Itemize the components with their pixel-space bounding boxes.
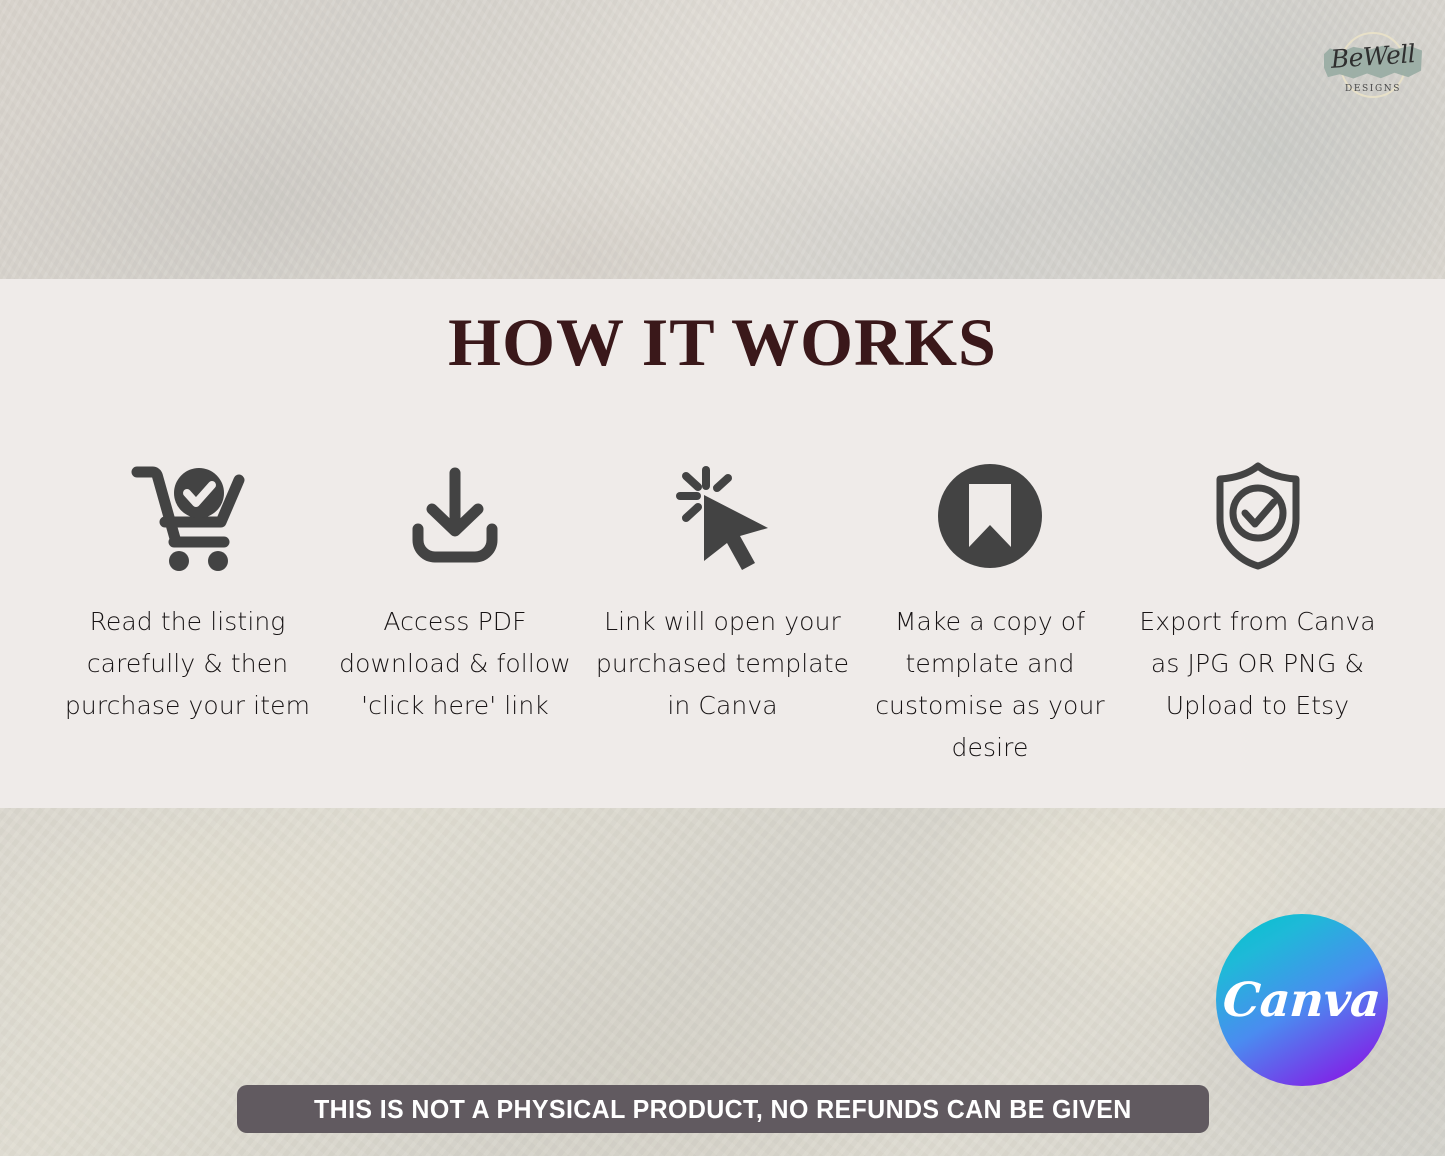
step-caption: Make a copy of template and customise as… <box>875 607 1105 762</box>
disclaimer-banner: THIS IS NOT A PHYSICAL PRODUCT, NO REFUN… <box>237 1085 1209 1133</box>
canva-wordmark: Canva <box>1221 972 1383 1028</box>
step-item: Make a copy of template and customise as… <box>863 457 1118 769</box>
page-title: HOW IT WORKS <box>448 304 997 380</box>
how-it-works-graphic: BeWell DESIGNS HOW IT WORKS Read the lis… <box>0 0 1445 1156</box>
click-cursor-icon <box>664 457 782 575</box>
step-item: Access PDF download & follow 'click here… <box>328 457 583 727</box>
step-caption: Read the listing carefully & then purcha… <box>64 607 311 720</box>
canva-logo-badge: Canva <box>1216 914 1388 1086</box>
shopping-cart-check-icon <box>129 457 247 575</box>
shield-check-icon <box>1204 457 1312 575</box>
step-item: Read the listing carefully & then purcha… <box>60 457 315 727</box>
download-tray-icon <box>402 457 508 575</box>
step-caption: Export from Canva as JPG OR PNG & Upload… <box>1139 607 1376 720</box>
disclaimer-text: THIS IS NOT A PHYSICAL PRODUCT, NO REFUN… <box>314 1093 1132 1124</box>
step-item: Link will open your purchased template i… <box>595 457 850 727</box>
logo-subtitle: DESIGNS <box>1345 84 1401 94</box>
steps-row: Read the listing carefully & then purcha… <box>60 457 1385 769</box>
step-caption: Link will open your purchased template i… <box>595 607 850 720</box>
content-panel: HOW IT WORKS Read the listing carefully <box>0 279 1445 808</box>
step-item: Export from Canva as JPG OR PNG & Upload… <box>1130 457 1385 727</box>
bookmark-circle-icon <box>936 457 1044 575</box>
brand-logo: BeWell DESIGNS <box>1318 28 1428 106</box>
top-texture-background <box>0 0 1445 279</box>
step-caption: Access PDF download & follow 'click here… <box>339 607 571 720</box>
